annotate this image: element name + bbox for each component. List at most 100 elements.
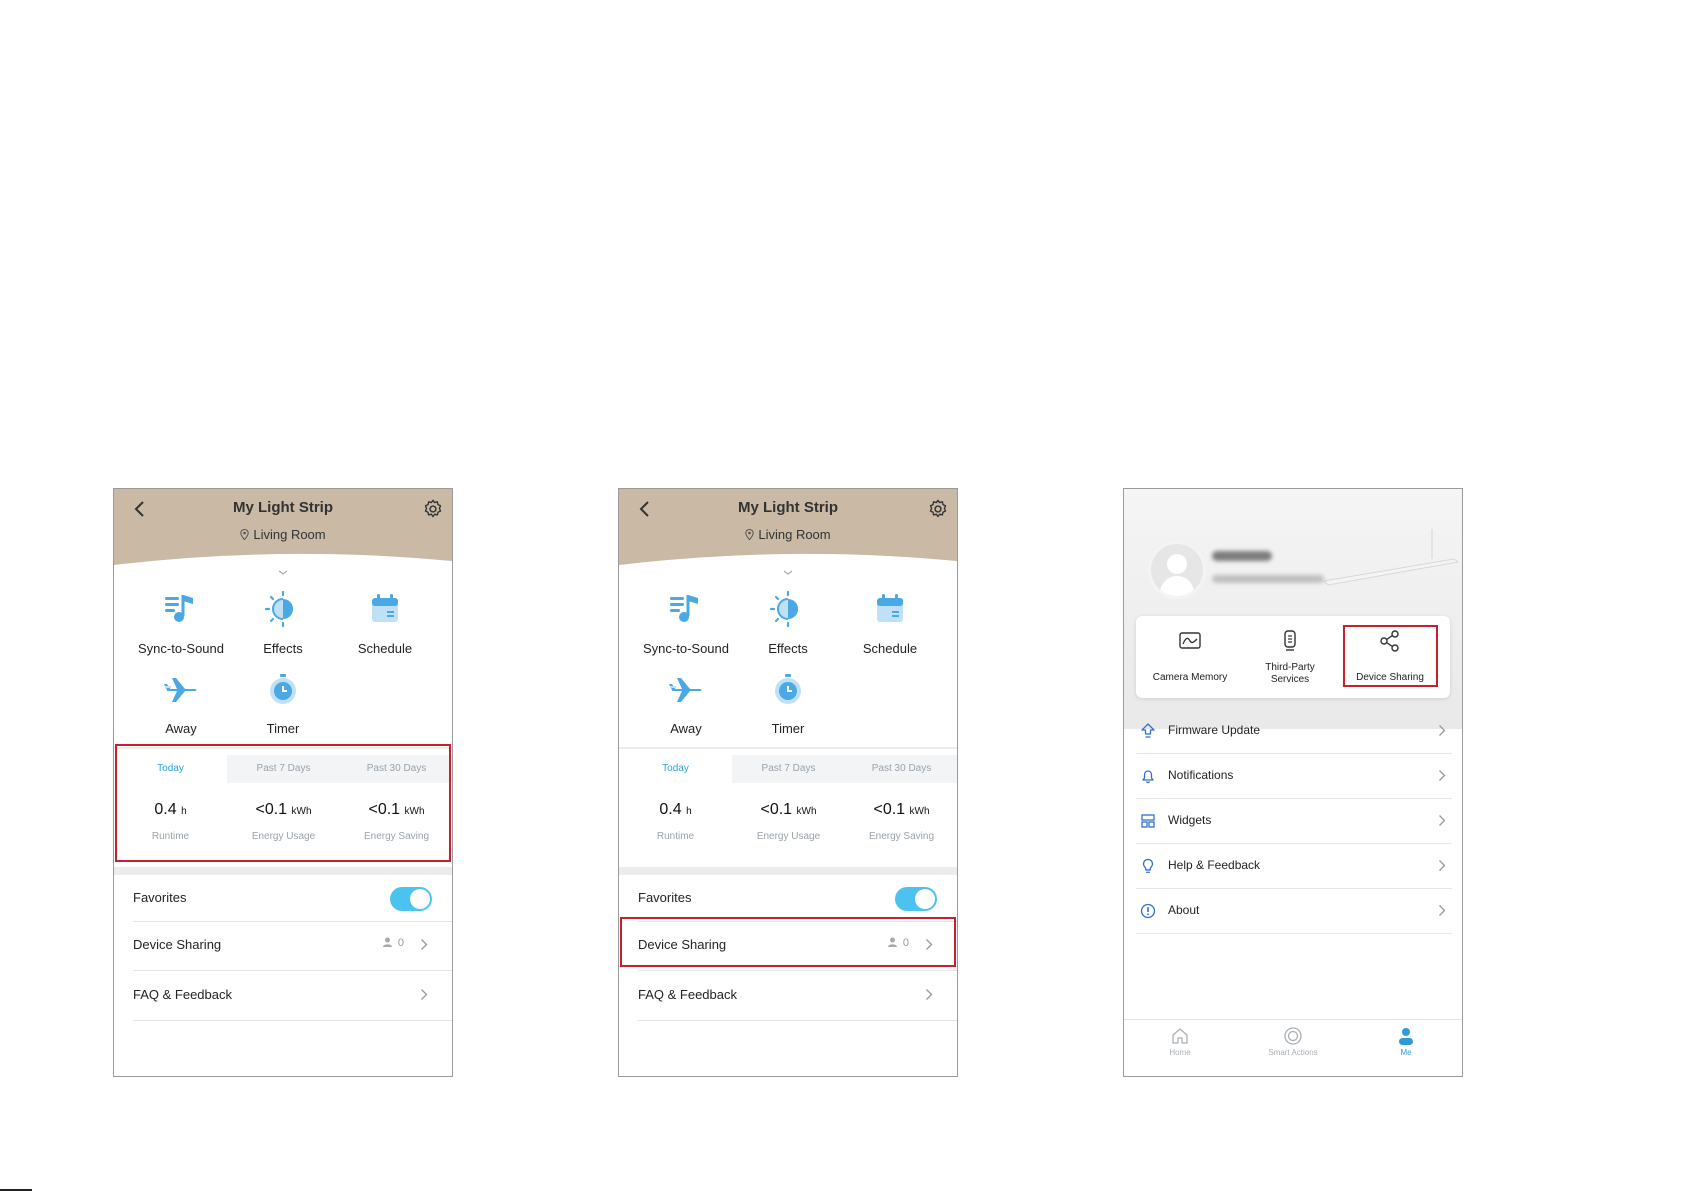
runtime-caption: Runtime — [656, 831, 695, 842]
expand-chevron-icon[interactable] — [276, 569, 290, 577]
faq-feedback-row[interactable]: FAQ & Feedback — [638, 970, 957, 1021]
device-header: My Light Strip Living Room — [114, 489, 452, 571]
feature-label: Sync-to-Sound — [138, 641, 224, 656]
blurred-email — [1212, 575, 1324, 583]
menu-help-feedback[interactable]: Help & Feedback — [1136, 844, 1452, 889]
bell-icon — [1142, 770, 1154, 784]
divider — [619, 867, 957, 875]
device-title: My Light Strip — [233, 499, 333, 516]
calendar-icon — [877, 594, 903, 622]
menu-label: About — [1168, 903, 1200, 917]
nav-label: Me — [1400, 1048, 1412, 1057]
firmware-update-icon — [1141, 723, 1155, 738]
device-header: My Light Strip Living Room — [619, 489, 957, 571]
chevron-right-icon — [421, 989, 428, 1000]
energy-usage-caption: Energy Usage — [756, 831, 821, 842]
feature-sync-to-sound[interactable]: Sync-to-Sound — [631, 589, 741, 656]
shared-count: 0 — [382, 937, 404, 949]
favorites-row: Favorites — [133, 875, 452, 922]
nav-home[interactable]: Home — [1124, 1026, 1236, 1057]
feature-away[interactable]: Away — [631, 669, 741, 736]
camera-memory-icon — [1179, 632, 1201, 649]
menu-label: Notifications — [1168, 768, 1234, 782]
timer-icon — [775, 674, 801, 704]
faq-feedback-label: FAQ & Feedback — [133, 987, 232, 1002]
camera-memory-button[interactable]: Camera Memory — [1140, 616, 1240, 698]
widgets-icon — [1141, 814, 1155, 828]
menu-label: Firmware Update — [1168, 723, 1261, 737]
feature-effects[interactable]: Effects — [228, 589, 338, 656]
menu-notifications[interactable]: Notifications — [1136, 754, 1452, 799]
chevron-right-icon — [1439, 770, 1446, 781]
feature-away[interactable]: Away — [126, 669, 236, 736]
favorites-toggle[interactable] — [390, 887, 432, 911]
menu-label: Help & Feedback — [1168, 858, 1261, 872]
device-title: My Light Strip — [738, 499, 838, 516]
energy-saving-value: <0.1 kWh — [873, 801, 930, 818]
expand-chevron-icon[interactable] — [781, 569, 795, 577]
device-screen-highlight-sharing: My Light Strip Living Room Sync-to-Sound… — [618, 488, 958, 1077]
menu-firmware-update[interactable]: Firmware Update — [1136, 709, 1452, 754]
timer-icon — [270, 674, 296, 704]
menu-widgets[interactable]: Widgets — [1136, 799, 1452, 844]
faq-feedback-row[interactable]: FAQ & Feedback — [133, 970, 452, 1021]
chevron-right-icon — [1439, 815, 1446, 826]
feature-effects[interactable]: Effects — [733, 589, 843, 656]
tab-past-7-days[interactable]: Past 7 Days — [732, 755, 845, 783]
chevron-right-icon — [1439, 905, 1446, 916]
feature-label: Schedule — [357, 641, 413, 656]
nav-me[interactable]: Me — [1350, 1026, 1462, 1057]
menu-about[interactable]: About — [1136, 889, 1452, 934]
tab-today[interactable]: Today — [619, 755, 732, 783]
half-sun-icon — [264, 590, 293, 628]
location-pin-icon — [745, 529, 755, 540]
feature-sync-to-sound[interactable]: Sync-to-Sound — [126, 589, 236, 656]
airplane-icon — [669, 678, 702, 702]
favorites-label: Favorites — [133, 890, 187, 905]
tab-past-30-days[interactable]: Past 30 Days — [845, 755, 957, 783]
feature-label: Schedule — [862, 641, 918, 656]
third-party-services-button[interactable]: Third-Party Services — [1240, 616, 1340, 698]
page-marker — [0, 1189, 32, 1191]
feature-timer[interactable]: Timer — [228, 669, 338, 736]
stats-tabs: Today Past 7 Days Past 30 Days — [619, 755, 957, 783]
chevron-right-icon — [421, 939, 428, 950]
feature-label: Effects — [768, 641, 808, 656]
person-icon — [382, 937, 392, 947]
feature-label: Away — [165, 721, 197, 736]
gear-icon[interactable] — [927, 498, 949, 520]
bottom-nav: Home Smart Actions Me — [1124, 1019, 1462, 1076]
menu-label: Widgets — [1168, 813, 1212, 827]
info-icon — [1140, 903, 1156, 919]
device-sharing-row[interactable]: Device Sharing 0 — [133, 921, 452, 971]
highlight-box — [620, 917, 956, 967]
avatar[interactable] — [1148, 541, 1206, 599]
device-location: Living Room — [619, 527, 957, 542]
music-note-icon — [670, 595, 698, 622]
location-label: Living Room — [758, 527, 831, 542]
device-screen-highlight-stats: My Light Strip Living Room Sync-to-Sound… — [113, 488, 453, 1077]
lightbulb-icon — [1142, 858, 1154, 873]
feature-label: Away — [670, 721, 702, 736]
third-party-services-icon — [1284, 630, 1296, 651]
divider — [114, 867, 452, 875]
feature-schedule[interactable]: Schedule — [330, 589, 440, 656]
highlight-box — [115, 744, 451, 862]
gear-icon[interactable] — [422, 498, 444, 520]
chevron-right-icon — [926, 989, 933, 1000]
person-icon — [1399, 1028, 1413, 1045]
calendar-icon — [372, 594, 398, 622]
location-pin-icon — [240, 529, 250, 540]
chevron-right-icon — [1439, 860, 1446, 871]
highlight-box — [1343, 625, 1438, 687]
nav-label: Smart Actions — [1268, 1048, 1318, 1057]
feature-schedule[interactable]: Schedule — [835, 589, 945, 656]
nav-smart-actions[interactable]: Smart Actions — [1237, 1026, 1349, 1057]
device-location: Living Room — [114, 527, 452, 542]
runtime-value: 0.4 h — [659, 801, 692, 818]
favorites-toggle[interactable] — [895, 887, 937, 911]
energy-saving-caption: Energy Saving — [868, 831, 935, 842]
location-label: Living Room — [253, 527, 326, 542]
ceiling-lamp-illustration — [1322, 529, 1460, 586]
feature-timer[interactable]: Timer — [733, 669, 843, 736]
